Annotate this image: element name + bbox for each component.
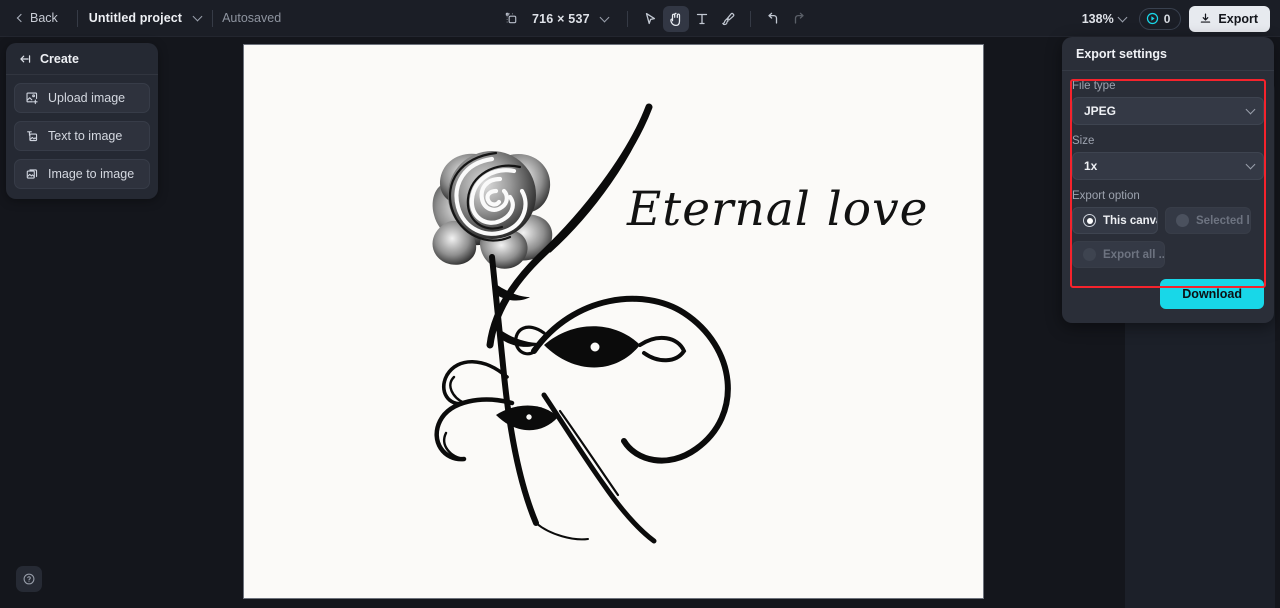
brush-tool[interactable] — [715, 6, 741, 32]
export-panel-footer: Download — [1062, 268, 1274, 309]
export-option-group: This canvas Selected l... Export all ... — [1072, 207, 1264, 268]
credits-badge[interactable]: 0 — [1138, 7, 1182, 30]
divider — [626, 10, 628, 27]
radio-icon — [1083, 248, 1096, 261]
artwork-image: Eternal love — [244, 45, 983, 598]
redo-button[interactable] — [786, 6, 812, 32]
export-option-this-canvas[interactable]: This canvas — [1072, 207, 1158, 234]
zoom-control[interactable]: 138% — [1077, 8, 1131, 30]
size-label: Size — [1072, 135, 1095, 147]
help-circle-icon — [23, 573, 35, 585]
project-menu-button[interactable] — [188, 9, 207, 27]
size-select[interactable]: 1x — [1072, 152, 1264, 180]
image-to-image-icon — [25, 167, 39, 181]
zoom-level: 138% — [1081, 11, 1114, 26]
help-button[interactable] — [16, 566, 42, 592]
download-icon — [1201, 13, 1211, 23]
back-button[interactable]: Back — [10, 7, 66, 29]
credit-coin-icon — [1146, 12, 1158, 25]
export-option-label-0: This canvas — [1103, 214, 1157, 227]
export-option-label-2: Export all ... — [1103, 248, 1165, 261]
undo-button[interactable] — [760, 6, 786, 32]
app-root: Back Untitled project Autosaved 716 × 53… — [0, 0, 1280, 608]
export-panel-title: Export settings — [1076, 46, 1167, 61]
toolbar-right-group: 138% 0 Export — [1077, 0, 1270, 37]
file-type-label: File type — [1072, 80, 1116, 92]
export-button-label: Export — [1218, 11, 1258, 26]
radio-icon — [1176, 214, 1189, 227]
divider — [76, 9, 78, 27]
artboard[interactable]: Eternal love — [244, 45, 983, 598]
export-panel-header: Export settings — [1062, 37, 1274, 71]
text-to-image-label: Text to image — [48, 129, 123, 143]
export-button[interactable]: Export — [1189, 5, 1270, 32]
top-toolbar: Back Untitled project Autosaved 716 × 53… — [0, 0, 1280, 37]
image-to-image-label: Image to image — [48, 167, 135, 181]
export-panel-body: File type JPEG Size 1x Export option Thi… — [1062, 71, 1274, 268]
back-button-label: Back — [30, 11, 58, 25]
credits-count: 0 — [1163, 11, 1171, 26]
export-option-selected-layer[interactable]: Selected l... — [1165, 207, 1251, 234]
chevron-down-icon — [1117, 12, 1128, 22]
file-type-select[interactable]: JPEG — [1072, 97, 1264, 125]
upload-image-label: Upload image — [48, 91, 126, 105]
toolbar-left-group: Back Untitled project Autosaved — [0, 7, 281, 29]
export-option-label-1: Selected l... — [1196, 214, 1250, 227]
divider — [212, 9, 214, 27]
autosave-status: Autosaved — [222, 11, 282, 25]
divider — [749, 10, 751, 27]
chevron-down-icon — [1245, 159, 1256, 170]
canvas-size-dropdown[interactable] — [592, 6, 618, 32]
collapse-panel-icon[interactable] — [18, 52, 32, 66]
export-option-export-all[interactable]: Export all ... — [1072, 241, 1165, 268]
canvas-dimensions[interactable]: 716 × 537 — [532, 12, 590, 26]
artwork-title-text: Eternal love — [626, 182, 928, 237]
export-settings-panel: Export settings File type JPEG Size 1x E… — [1062, 37, 1274, 323]
text-to-image-button[interactable]: Text to image — [14, 121, 150, 151]
project-name[interactable]: Untitled project — [89, 11, 182, 25]
hand-tool[interactable] — [662, 5, 689, 32]
toolbar-center-group: 716 × 537 — [498, 0, 812, 37]
select-tool[interactable] — [637, 6, 663, 32]
create-panel-title: Create — [40, 51, 79, 66]
canvas-size-icon[interactable] — [498, 6, 524, 32]
download-button[interactable]: Download — [1160, 279, 1264, 309]
upload-image-icon — [25, 91, 39, 105]
create-panel-header: Create — [6, 43, 158, 75]
radio-icon — [1083, 214, 1096, 227]
upload-image-button[interactable]: Upload image — [14, 83, 150, 113]
file-type-value: JPEG — [1084, 104, 1117, 118]
image-to-image-button[interactable]: Image to image — [14, 159, 150, 189]
size-value: 1x — [1084, 159, 1098, 173]
create-panel: Create Upload image Text to image Image … — [6, 43, 158, 199]
chevron-down-icon — [1245, 104, 1256, 115]
chevron-down-icon — [192, 11, 203, 22]
text-tool[interactable] — [689, 6, 715, 32]
chevron-left-icon — [16, 13, 26, 23]
chevron-down-icon — [599, 12, 610, 22]
text-to-image-icon — [25, 129, 39, 143]
export-option-label: Export option — [1072, 190, 1140, 202]
